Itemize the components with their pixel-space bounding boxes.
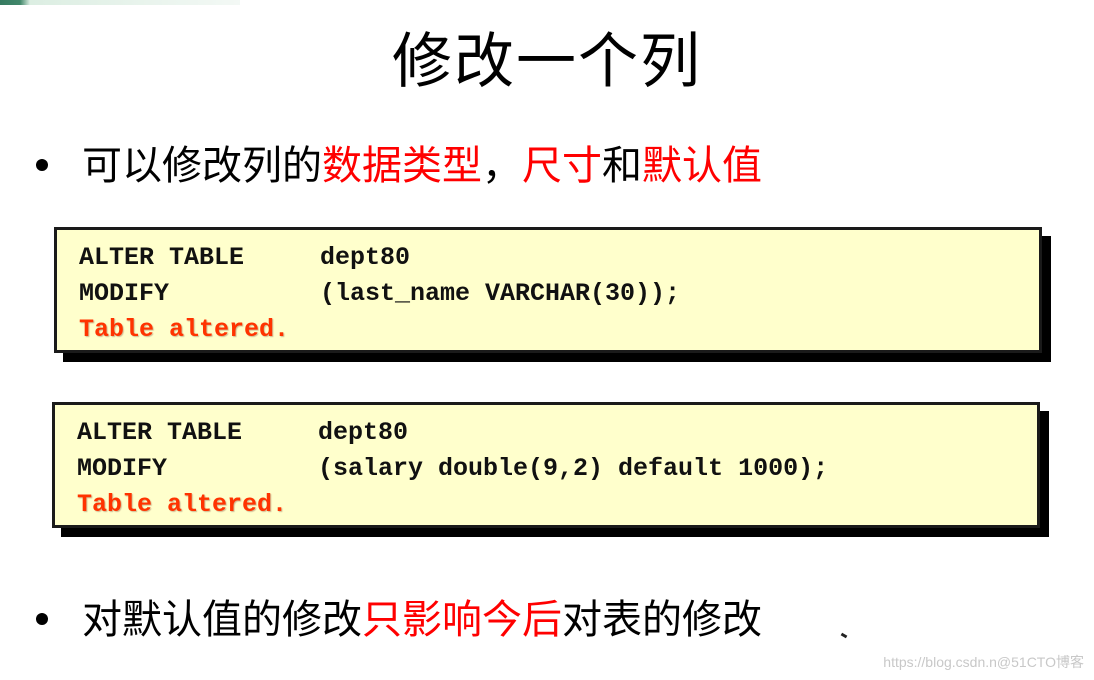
- bullet-1-highlight-size: 尺寸: [522, 143, 602, 189]
- code-block-1: ALTER TABLE dept80 MODIFY (last_name VARCHA…: [54, 227, 1042, 353]
- code-argument: dept80: [318, 418, 409, 447]
- watermark: https://blog.csdn.n@51CTO博客: [883, 654, 1084, 670]
- bullet-1-text-comma: ，: [482, 143, 522, 189]
- bullet-2-highlight-future-only: 只影响今后: [362, 597, 562, 643]
- code-result: Table altered.: [77, 490, 288, 519]
- code-line: MODIFY (last_name VARCHAR(30));: [79, 276, 1017, 312]
- bullet-1-highlight-data-type: 数据类型: [322, 143, 482, 189]
- decorative-top-strip: [0, 0, 240, 5]
- bullet-icon: [36, 613, 48, 625]
- code-result: Table altered.: [79, 315, 290, 344]
- code-keyword: ALTER TABLE: [79, 243, 245, 272]
- code-line: MODIFY (salary double(9,2) default 1000);: [77, 451, 1015, 487]
- code-argument: (salary double(9,2) default 1000);: [318, 454, 829, 483]
- bullet-2-text-1: 对默认值的修改: [82, 597, 362, 643]
- bullet-point-1: 可以修改列的数据类型，尺寸和默认值: [36, 138, 762, 194]
- code-block-2: ALTER TABLE dept80 MODIFY (salary double(9,…: [52, 402, 1040, 528]
- code-line: ALTER TABLE dept80: [77, 415, 1015, 451]
- bullet-icon: [36, 159, 48, 171]
- code-argument: dept80: [320, 243, 411, 272]
- code-keyword: MODIFY: [79, 279, 170, 308]
- bullet-1-text-1: 可以修改列的: [82, 143, 322, 189]
- code-line: ALTER TABLE dept80: [79, 240, 1017, 276]
- bullet-1-highlight-default: 默认值: [642, 143, 762, 189]
- bullet-1-text-and: 和: [602, 143, 642, 189]
- bullet-2-text-2: 对表的修改: [562, 597, 762, 643]
- slide-title: 修改一个列: [392, 27, 702, 97]
- code-keyword: ALTER TABLE: [77, 418, 243, 447]
- bullet-point-2: 对默认值的修改只影响今后对表的修改: [36, 592, 762, 648]
- mouse-cursor-icon: [840, 632, 848, 639]
- code-keyword: MODIFY: [77, 454, 168, 483]
- code-argument: (last_name VARCHAR(30));: [320, 279, 681, 308]
